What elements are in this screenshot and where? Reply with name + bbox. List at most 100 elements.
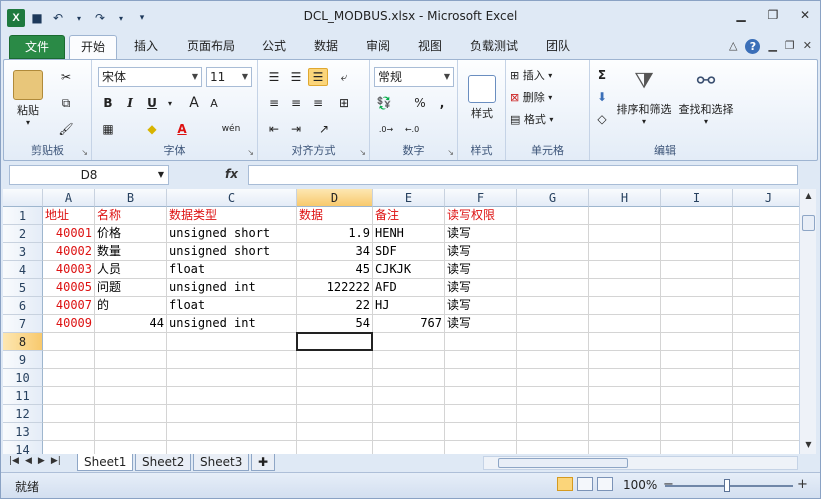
cell-f9[interactable] [445,351,517,369]
cell-f6[interactable]: 读写 [445,297,517,315]
font-color-icon[interactable]: A [172,120,192,138]
cell-j11[interactable] [733,387,799,405]
cell-c4[interactable]: float [167,261,297,279]
column-header-f[interactable]: F [445,189,517,207]
percent-button[interactable]: % [410,94,430,112]
row-header-8[interactable]: 8 [3,333,43,351]
cell-j3[interactable] [733,243,799,261]
cell-e6[interactable]: HJ [373,297,445,315]
cell-d11[interactable] [297,387,373,405]
tab-insert[interactable]: 插入 [121,35,171,59]
column-header-h[interactable]: H [589,189,661,207]
column-header-j[interactable]: J [733,189,799,207]
fill-color-icon[interactable]: ◆ [142,120,162,138]
cell-i8[interactable] [661,333,733,351]
page-layout-view-icon[interactable] [577,477,593,491]
cell-a2[interactable]: 40001 [43,225,95,243]
name-box[interactable]: D8 ▼ [9,165,169,185]
cell-f2[interactable]: 读写 [445,225,517,243]
minimize-icon[interactable]: ▁ [732,7,750,23]
align-left-icon[interactable]: ≡ [264,94,284,112]
cell-i7[interactable] [661,315,733,333]
tab-view[interactable]: 视图 [407,35,453,59]
cell-d3[interactable]: 34 [297,243,373,261]
sheet-tab-3[interactable]: Sheet3 [193,454,250,471]
font-launcher-icon[interactable]: ↘ [247,148,254,157]
tab-review[interactable]: 审阅 [355,35,401,59]
underline-button[interactable]: U [142,94,162,112]
insert-cells-button[interactable]: ⊞ 插入 ▾ [510,66,586,84]
cell-a12[interactable] [43,405,95,423]
clipboard-launcher-icon[interactable]: ↘ [81,148,88,157]
cell-i13[interactable] [661,423,733,441]
help-icon[interactable]: ? [745,39,761,54]
cell-a8[interactable] [43,333,95,351]
cell-e5[interactable]: AFD [373,279,445,297]
number-launcher-icon[interactable]: ↘ [447,148,454,157]
cell-d4[interactable]: 45 [297,261,373,279]
align-middle-icon[interactable]: ☰ [286,68,306,86]
row-header-2[interactable]: 2 [3,225,43,243]
cell-h4[interactable] [589,261,661,279]
close-icon[interactable]: ✕ [796,7,814,23]
format-painter-icon[interactable]: 🖌 [56,120,76,138]
cell-d10[interactable] [297,369,373,387]
cell-h6[interactable] [589,297,661,315]
row-header-10[interactable]: 10 [3,369,43,387]
vertical-scrollbar[interactable]: ▲ ▼ [799,189,816,454]
cell-i4[interactable] [661,261,733,279]
decrease-indent-icon[interactable]: ⇤ [264,120,284,138]
cell-i5[interactable] [661,279,733,297]
cell-g11[interactable] [517,387,589,405]
cell-d2[interactable]: 1.9 [297,225,373,243]
minimize-ribbon-icon[interactable]: △ [729,39,737,54]
sheet-tab-2[interactable]: Sheet2 [135,454,192,471]
cell-a3[interactable]: 40002 [43,243,95,261]
cell-e4[interactable]: CJKJK [373,261,445,279]
cell-a11[interactable] [43,387,95,405]
increase-indent-icon[interactable]: ⇥ [286,120,306,138]
tab-file[interactable]: 文件 [9,35,65,59]
cell-e13[interactable] [373,423,445,441]
cell-b3[interactable]: 数量 [95,243,167,261]
cell-h3[interactable] [589,243,661,261]
tab-home[interactable]: 开始 [69,35,117,59]
column-header-i[interactable]: I [661,189,733,207]
shrink-font-button[interactable]: A [204,94,224,112]
cell-a5[interactable]: 40005 [43,279,95,297]
find-select-button[interactable]: ⚯ 查找和选择 ▾ [674,64,738,130]
cell-e1[interactable]: 备注 [373,207,445,225]
cell-j9[interactable] [733,351,799,369]
cell-g8[interactable] [517,333,589,351]
merge-center-icon[interactable]: ⊞ [334,94,354,112]
cell-i9[interactable] [661,351,733,369]
align-bottom-icon[interactable]: ☰ [308,68,328,86]
cell-e3[interactable]: SDF [373,243,445,261]
wb-close-icon[interactable]: ✕ [803,39,812,54]
number-format-combo[interactable]: 常规 ▼ [374,67,454,87]
cell-h13[interactable] [589,423,661,441]
cell-c7[interactable]: unsigned int [167,315,297,333]
cell-g3[interactable] [517,243,589,261]
cell-f12[interactable] [445,405,517,423]
formula-input[interactable] [248,165,798,185]
cell-h1[interactable] [589,207,661,225]
cell-g10[interactable] [517,369,589,387]
cell-d5[interactable]: 122222 [297,279,373,297]
cell-c3[interactable]: unsigned short [167,243,297,261]
cell-f1[interactable]: 读写权限 [445,207,517,225]
cell-g7[interactable] [517,315,589,333]
cell-h5[interactable] [589,279,661,297]
cell-c9[interactable] [167,351,297,369]
border-icon[interactable]: ▦ [98,120,118,138]
align-center-icon[interactable]: ≡ [286,94,306,112]
autosum-icon[interactable]: Σ [592,66,612,84]
cell-c2[interactable]: unsigned short [167,225,297,243]
tab-data[interactable]: 数据 [303,35,349,59]
font-size-combo[interactable]: 11 ▼ [206,67,252,87]
cell-h7[interactable] [589,315,661,333]
cell-g1[interactable] [517,207,589,225]
increase-decimal-icon[interactable]: .0→ [376,120,396,138]
cell-f8[interactable] [445,333,517,351]
delete-cells-button[interactable]: ⊠ 删除 ▾ [510,88,586,106]
